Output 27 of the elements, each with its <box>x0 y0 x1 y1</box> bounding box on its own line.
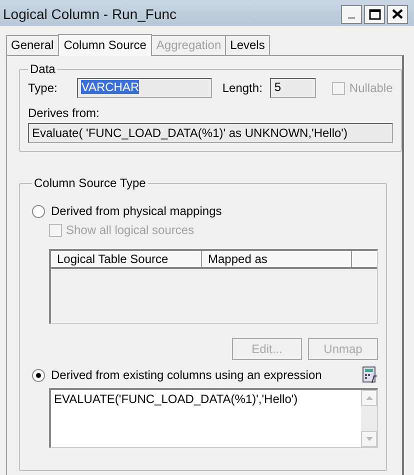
tab[interactable]: Levels <box>225 35 270 55</box>
column-header[interactable]: Logical Table Source <box>51 251 202 267</box>
maximize-button[interactable] <box>364 4 385 24</box>
group-label: Column Source Type <box>33 176 147 190</box>
length-field[interactable]: 5 <box>270 78 316 98</box>
window-title: Logical Column - Run_Func <box>3 6 177 22</box>
calculator-icon[interactable] <box>362 366 378 384</box>
radio-button[interactable]: Derived from physical mappings <box>32 204 378 218</box>
type-label: Type: <box>28 81 58 95</box>
column-header[interactable]: Mapped as <box>202 251 352 267</box>
tab[interactable]: General <box>6 35 59 55</box>
derives-field[interactable]: Evaluate( 'FUNC_LOAD_DATA(%1)' as UNKNOWN,'Hello') <box>28 123 393 143</box>
maximize-icon <box>368 8 380 20</box>
radio-button[interactable]: Derived from existing columns using an expression <box>32 368 322 382</box>
down-arrow-icon <box>366 437 372 441</box>
minimize-icon <box>348 16 355 18</box>
type-field[interactable]: VARCHAR <box>77 78 212 98</box>
up-arrow-icon <box>366 396 372 400</box>
length-label: Length: <box>222 81 262 95</box>
close-icon <box>392 9 403 19</box>
scrollbar[interactable] <box>361 390 377 447</box>
mapping-table[interactable]: Logical Table Source Mapped as <box>49 249 378 324</box>
tab[interactable]: Column Source <box>58 34 152 56</box>
expression-field[interactable]: EVALUATE('FUNC_LOAD_DATA(%1)','Hello') <box>49 388 378 448</box>
derives-label: Derives from: <box>28 106 100 120</box>
close-button[interactable] <box>387 4 408 24</box>
group-label: Data <box>29 62 56 76</box>
